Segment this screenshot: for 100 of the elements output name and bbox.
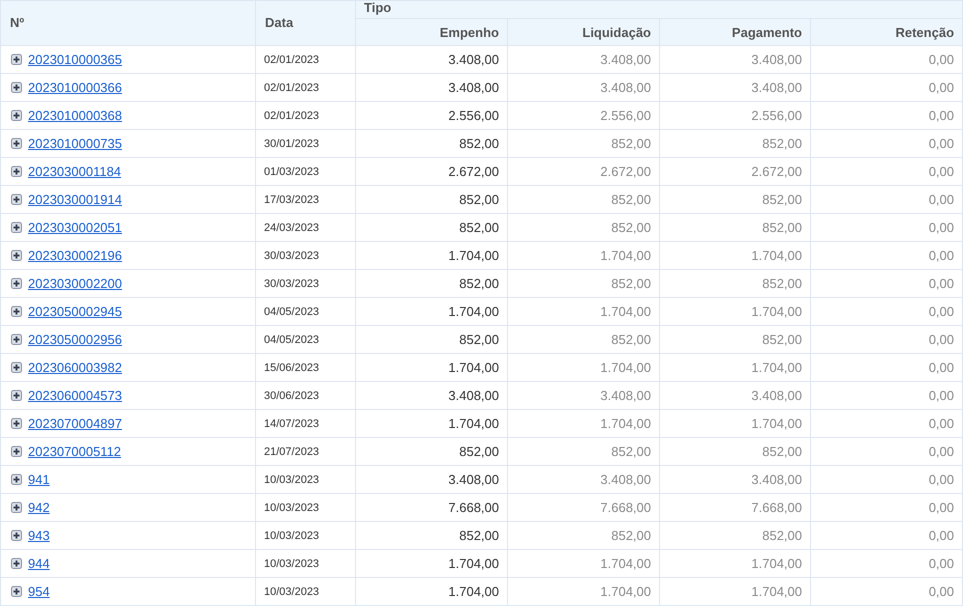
record-link[interactable]: 2023030001184 bbox=[28, 164, 122, 178]
expand-icon[interactable] bbox=[11, 502, 22, 512]
table-cell: 1.704,00 bbox=[660, 550, 810, 578]
table-cell: 0,00 bbox=[810, 130, 963, 158]
table-cell: 2.672,00 bbox=[356, 158, 508, 186]
expand-icon[interactable] bbox=[11, 82, 22, 92]
record-link[interactable]: 2023030002196 bbox=[28, 248, 122, 262]
table-cell: 01/03/2023 bbox=[256, 158, 356, 186]
column-header: Pagamento bbox=[660, 18, 810, 46]
expand-icon[interactable] bbox=[11, 250, 22, 260]
table-cell: 852,00 bbox=[660, 270, 810, 298]
expand-icon[interactable] bbox=[11, 334, 22, 344]
record-link[interactable]: 2023030002051 bbox=[28, 220, 122, 234]
record-link[interactable]: 941 bbox=[28, 472, 50, 486]
expand-icon[interactable] bbox=[11, 306, 22, 316]
column-header: Nº bbox=[0, 0, 256, 46]
table-cell: 1.704,00 bbox=[660, 298, 810, 326]
table-cell: 3.408,00 bbox=[508, 74, 660, 102]
table-cell: 0,00 bbox=[810, 578, 963, 606]
record-link[interactable]: 2023030001914 bbox=[28, 192, 122, 206]
table-cell: 1.704,00 bbox=[508, 242, 660, 270]
table-cell: 1.704,00 bbox=[356, 354, 508, 382]
table-cell: 0,00 bbox=[810, 382, 963, 410]
record-link[interactable]: 2023010000735 bbox=[28, 136, 122, 150]
table-cell: 1.704,00 bbox=[508, 578, 660, 606]
record-link[interactable]: 2023070005112 bbox=[28, 444, 122, 458]
table-cell: 0,00 bbox=[810, 494, 963, 522]
table-cell: 3.408,00 bbox=[660, 382, 810, 410]
table-cell: 2.672,00 bbox=[508, 158, 660, 186]
table-cell: 1.704,00 bbox=[508, 410, 660, 438]
table-cell: 1.704,00 bbox=[356, 550, 508, 578]
table-cell: 2.556,00 bbox=[508, 102, 660, 130]
record-link[interactable]: 2023060003982 bbox=[28, 360, 122, 374]
table-cell: 0,00 bbox=[810, 438, 963, 466]
table-cell: 852,00 bbox=[508, 214, 660, 242]
record-link[interactable]: 2023010000366 bbox=[28, 80, 122, 94]
record-link[interactable]: 942 bbox=[28, 500, 50, 514]
expand-icon[interactable] bbox=[11, 278, 22, 288]
table-cell: 1.704,00 bbox=[508, 298, 660, 326]
table-cell: 02/01/2023 bbox=[256, 74, 356, 102]
table-cell: 17/03/2023 bbox=[256, 186, 356, 214]
table-cell: 10/03/2023 bbox=[256, 494, 356, 522]
record-link[interactable]: 2023070004897 bbox=[28, 416, 122, 430]
table-cell: 7.668,00 bbox=[508, 494, 660, 522]
record-link[interactable]: 2023060004573 bbox=[28, 388, 122, 402]
table-cell: 2.556,00 bbox=[356, 102, 508, 130]
table-cell: 852,00 bbox=[508, 326, 660, 354]
table-cell: 852,00 bbox=[508, 522, 660, 550]
expand-icon[interactable] bbox=[11, 166, 22, 176]
table-cell: 852,00 bbox=[660, 326, 810, 354]
table-cell: 3.408,00 bbox=[356, 74, 508, 102]
table-cell: 15/06/2023 bbox=[256, 354, 356, 382]
table-cell: 852,00 bbox=[356, 326, 508, 354]
table-cell: 852,00 bbox=[508, 270, 660, 298]
expand-icon[interactable] bbox=[11, 474, 22, 484]
table-cell: 02/01/2023 bbox=[256, 46, 356, 74]
expand-icon[interactable] bbox=[11, 530, 22, 540]
expand-icon[interactable] bbox=[11, 558, 22, 568]
expand-icon[interactable] bbox=[11, 54, 22, 64]
record-link[interactable]: 2023050002956 bbox=[28, 332, 122, 346]
table-cell: 1.704,00 bbox=[356, 578, 508, 606]
record-link[interactable]: 954 bbox=[28, 584, 50, 598]
expand-icon[interactable] bbox=[11, 446, 22, 456]
record-link[interactable]: 2023030002200 bbox=[28, 276, 122, 290]
table-cell: 1.704,00 bbox=[660, 354, 810, 382]
record-link[interactable]: 2023010000368 bbox=[28, 108, 122, 122]
record-link[interactable]: 2023050002945 bbox=[28, 304, 122, 318]
table-cell: 0,00 bbox=[810, 522, 963, 550]
table-cell: 14/07/2023 bbox=[256, 410, 356, 438]
table-cell: 852,00 bbox=[660, 438, 810, 466]
expand-icon[interactable] bbox=[11, 390, 22, 400]
table-cell: 0,00 bbox=[810, 466, 963, 494]
table-cell: 2.556,00 bbox=[660, 102, 810, 130]
column-header: Liquidação bbox=[508, 18, 660, 46]
expand-icon[interactable] bbox=[11, 222, 22, 232]
record-link[interactable]: 944 bbox=[28, 556, 50, 570]
table-cell: 30/03/2023 bbox=[256, 270, 356, 298]
table-cell: 852,00 bbox=[356, 270, 508, 298]
table-cell: 852,00 bbox=[660, 130, 810, 158]
record-link[interactable]: 943 bbox=[28, 528, 50, 542]
table-cell: 1.704,00 bbox=[660, 242, 810, 270]
expand-icon[interactable] bbox=[11, 138, 22, 148]
table-cell: 04/05/2023 bbox=[256, 326, 356, 354]
expand-icon[interactable] bbox=[11, 586, 22, 596]
table-cell: 3.408,00 bbox=[508, 466, 660, 494]
table-cell: 0,00 bbox=[810, 186, 963, 214]
table-cell: 3.408,00 bbox=[660, 46, 810, 74]
table-cell: 852,00 bbox=[660, 522, 810, 550]
expand-icon[interactable] bbox=[11, 194, 22, 204]
table-cell: 1.704,00 bbox=[660, 578, 810, 606]
table-cell: 1.704,00 bbox=[508, 354, 660, 382]
table-cell: 0,00 bbox=[810, 46, 963, 74]
record-link[interactable]: 2023010000365 bbox=[28, 52, 122, 66]
table-cell: 30/06/2023 bbox=[256, 382, 356, 410]
expand-icon[interactable] bbox=[11, 110, 22, 120]
expand-icon[interactable] bbox=[11, 362, 22, 372]
table-cell: 852,00 bbox=[356, 130, 508, 158]
table-cell: 10/03/2023 bbox=[256, 578, 356, 606]
table-cell: 1.704,00 bbox=[356, 242, 508, 270]
expand-icon[interactable] bbox=[11, 418, 22, 428]
